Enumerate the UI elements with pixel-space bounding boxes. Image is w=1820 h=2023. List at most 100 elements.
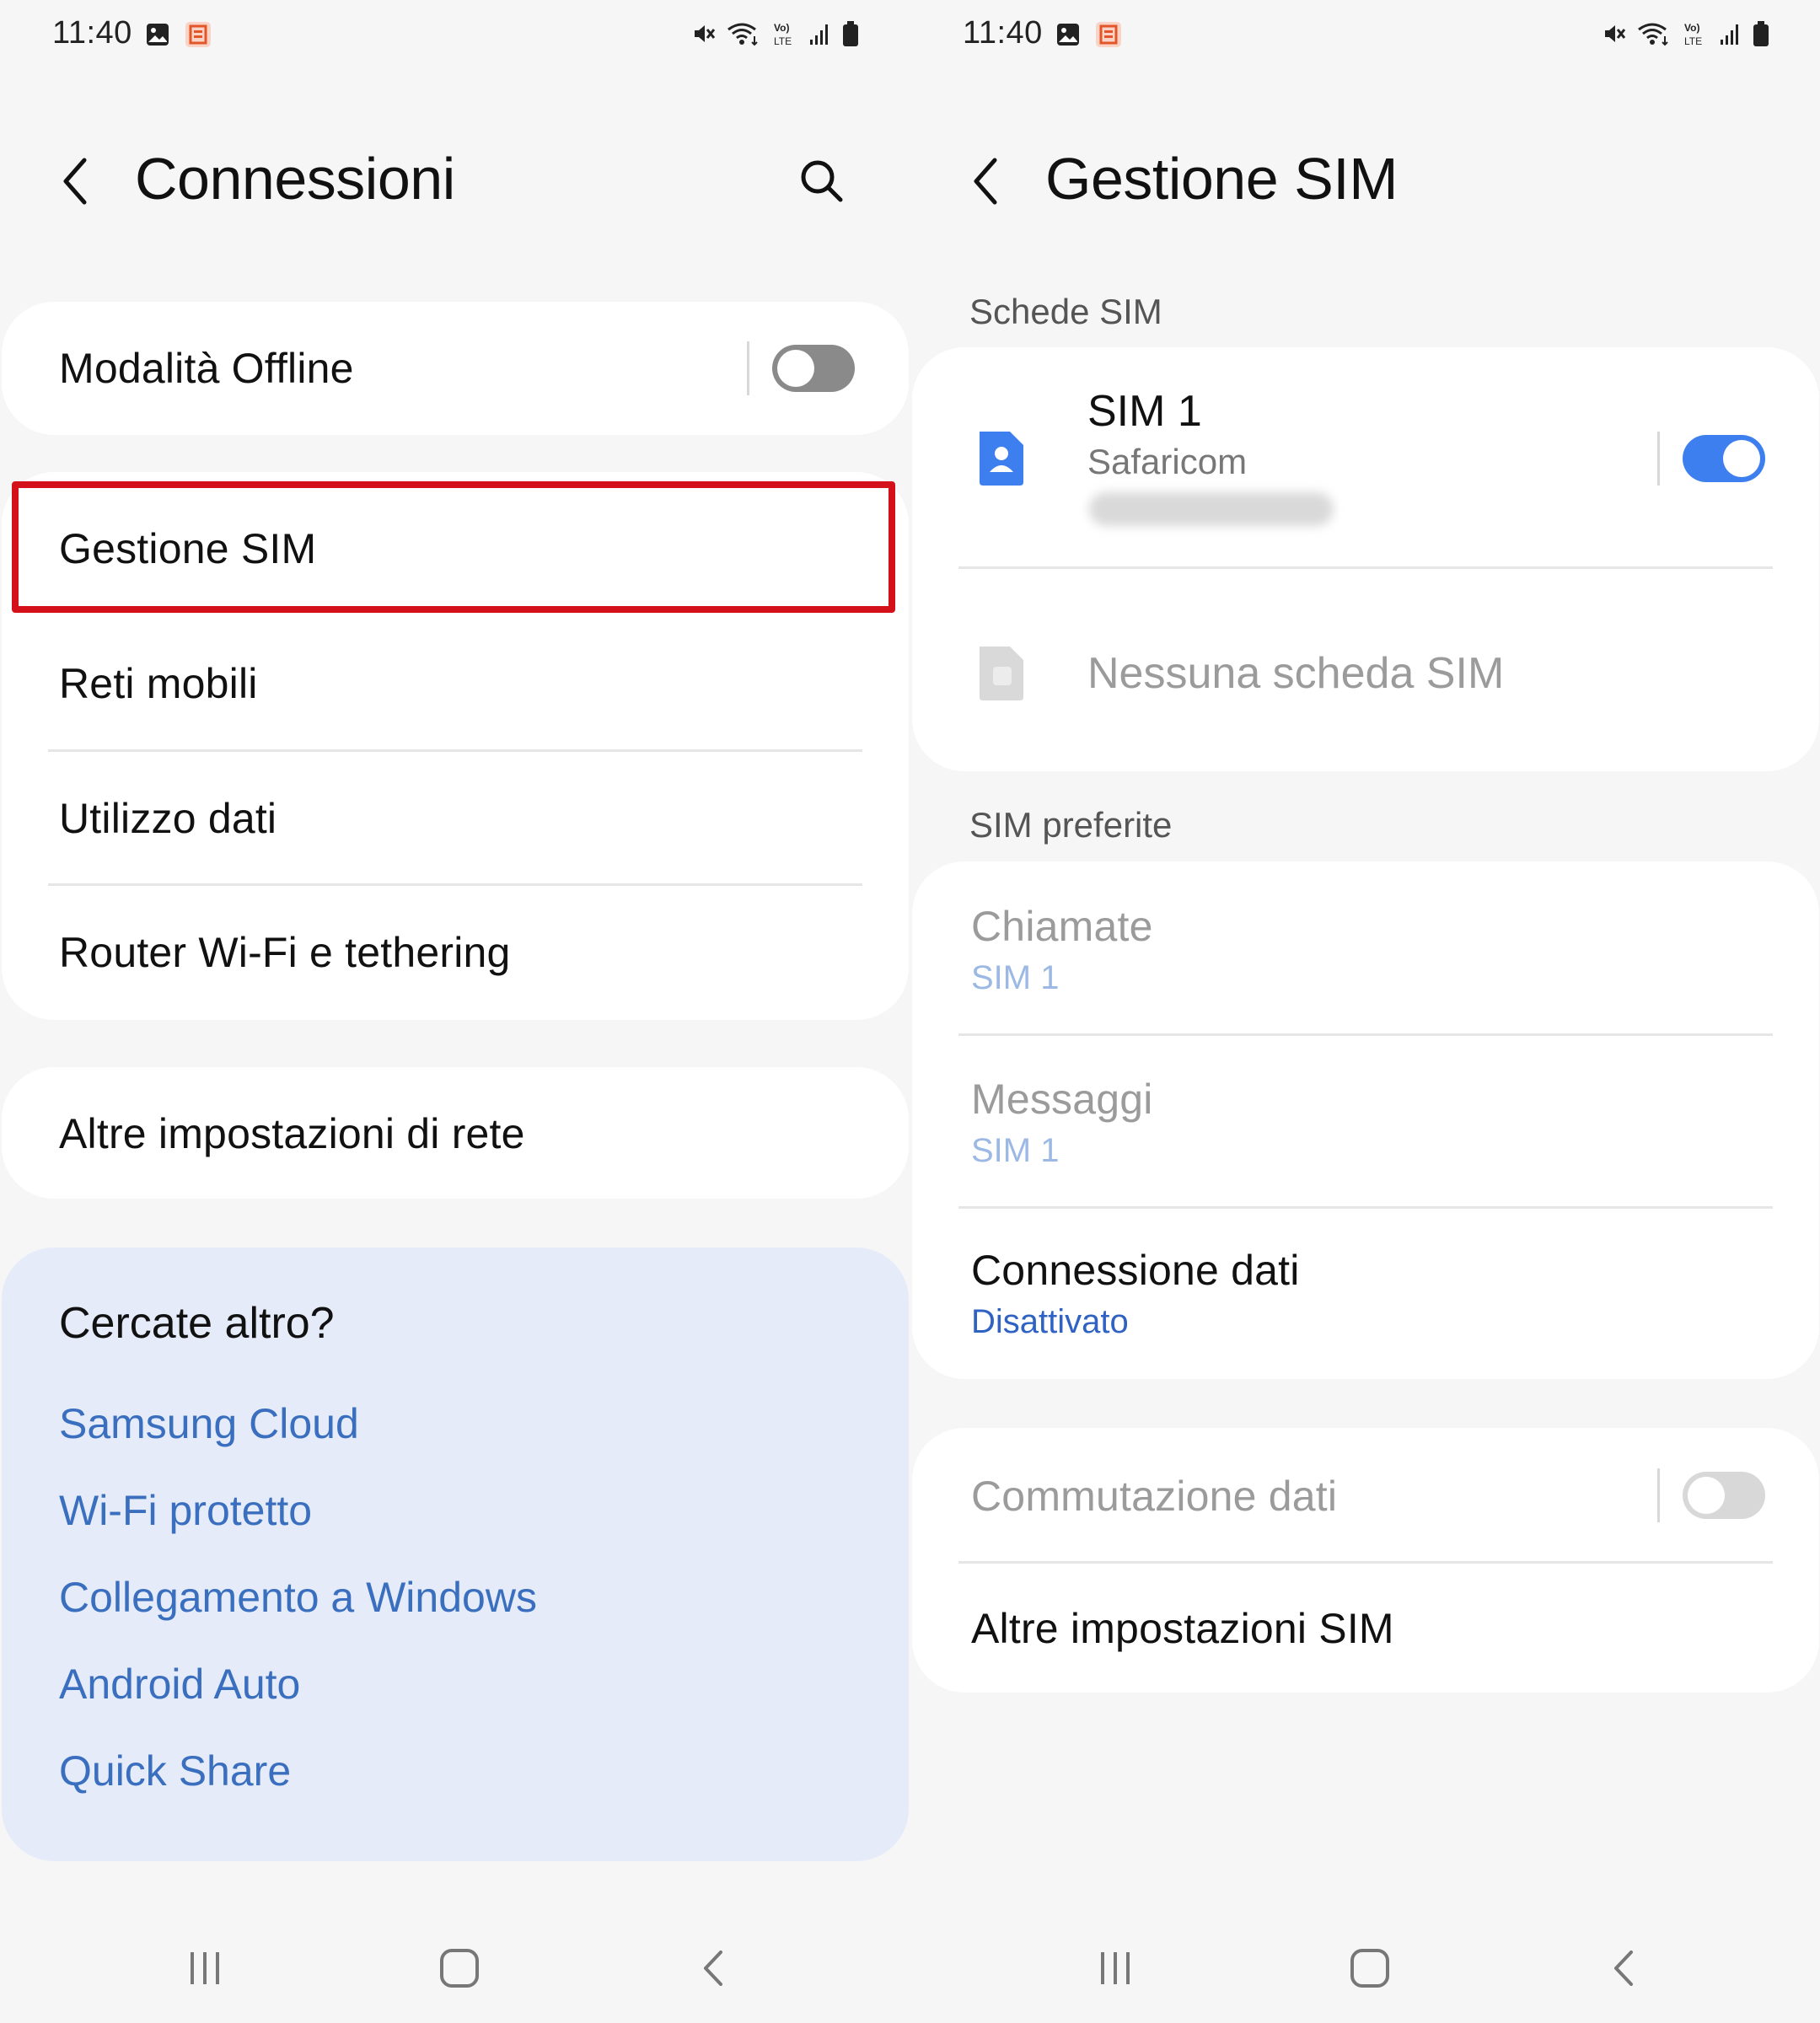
recents-icon [1101,1952,1130,1984]
sim1-toggle[interactable] [1683,435,1765,482]
status-time: 11:40 [52,15,132,51]
mobile-networks-label: Reti mobili [59,660,258,707]
svg-text:Vo): Vo) [1684,22,1699,34]
link-android-auto[interactable]: Android Auto [59,1660,300,1709]
recents-button[interactable] [171,1939,239,1998]
office-icon [1096,22,1121,47]
toggle-separator [747,341,749,395]
back-icon [704,1951,722,1986]
messages-item: Messaggi SIM 1 [912,1036,1819,1208]
sim1-carrier: Safaricom [1087,442,1248,481]
back-icon [1614,1951,1633,1986]
navigation-bar [910,1922,1820,2006]
data-usage-item[interactable]: Utilizzo dati [2,752,909,885]
status-bar: 11:40 Vo) LTE [0,0,910,67]
signal-icon [1721,24,1738,45]
status-icons: Vo) LTE [691,19,860,49]
connections-screen: 11:40 Vo) LTE Connessioni Modalità Offli… [0,0,910,2023]
mobile-data-item[interactable]: Connessione dati Disattivato [912,1209,1819,1379]
chevron-left-icon [974,158,997,205]
svg-text:LTE: LTE [774,35,792,47]
calls-value: SIM 1 [971,959,1060,996]
sim-manager-screen: 11:40 Vo) LTE Gestione SIM Schede SIM SI… [910,0,1820,2023]
sim-cards-header: Schede SIM [969,292,1162,331]
home-icon [1350,1949,1389,1988]
link-quick-share[interactable]: Quick Share [59,1747,291,1795]
airplane-mode-card[interactable]: Modalità Offline [2,302,909,435]
airplane-mode-label: Modalità Offline [59,345,354,392]
data-usage-label: Utilizzo dati [59,795,277,842]
calls-label: Chiamate [971,903,1153,950]
battery-icon [1753,21,1769,46]
search-suggestions-heading: Cercate altro? [59,1299,335,1348]
redacted-phone-number [1089,492,1334,526]
no-sim-item: Nessuna scheda SIM [912,569,1819,771]
recents-button[interactable] [1082,1939,1149,1998]
navigation-bar [0,1922,910,2006]
calls-item: Chiamate SIM 1 [912,861,1819,1034]
link-secure-wifi[interactable]: Wi-Fi protetto [59,1486,312,1535]
more-network-settings-card[interactable]: Altre impostazioni di rete [2,1067,909,1199]
app-bar: Gestione SIM [910,126,1820,236]
svg-text:LTE: LTE [1684,35,1702,47]
wifi-icon [727,23,758,46]
app-bar: Connessioni [0,126,910,236]
signal-icon [810,24,828,45]
page-title: Gestione SIM [1045,146,1399,212]
data-switch-card: Commutazione dati Altre impostazioni SIM [912,1428,1819,1693]
hotspot-tethering-label: Router Wi-Fi e tethering [59,929,511,976]
nav-back-button[interactable] [1592,1939,1659,1998]
gallery-icon [1057,24,1079,46]
back-button[interactable] [961,152,1012,211]
looking-for-something-else-card: Cercate altro? Samsung Cloud Wi-Fi prote… [2,1248,909,1861]
battery-icon [843,21,858,46]
home-icon [440,1949,479,1988]
more-sim-settings-item[interactable]: Altre impostazioni SIM [912,1564,1819,1693]
toggle-knob [1723,440,1760,477]
back-button[interactable] [51,152,101,211]
home-button[interactable] [1336,1939,1404,1998]
recents-icon [191,1952,219,1984]
mobile-networks-item[interactable]: Reti mobili [2,615,909,750]
link-link-to-windows[interactable]: Collegamento a Windows [59,1573,537,1622]
gallery-icon [147,24,169,46]
preferred-sim-card: Chiamate SIM 1 Messaggi SIM 1 Connession… [912,861,1819,1379]
search-button[interactable] [792,152,851,211]
sim1-item[interactable]: SIM 1 Safaricom [912,347,1819,568]
volte-icon: Vo) LTE [1684,22,1702,47]
mobile-data-label: Connessione dati [971,1247,1300,1294]
sim-cards-card: SIM 1 Safaricom Nessuna scheda SIM [912,347,1819,771]
status-icons: Vo) LTE [1602,19,1770,49]
sim-card-icon [980,432,1023,486]
data-switching-toggle[interactable] [1683,1472,1765,1519]
mute-icon [695,25,716,42]
status-time: 11:40 [963,15,1043,51]
status-bar: 11:40 Vo) LTE [910,0,1820,67]
toggle-knob [1688,1477,1725,1514]
more-network-settings-label: Altre impostazioni di rete [59,1110,525,1157]
chevron-left-icon [63,158,87,205]
toggle-separator [1657,1468,1660,1522]
more-sim-settings-label: Altre impostazioni SIM [971,1605,1394,1652]
page-title: Connessioni [135,146,455,212]
sim1-name: SIM 1 [1087,387,1202,436]
mobile-data-value: Disattivato [971,1303,1129,1340]
toggle-knob [777,350,814,387]
wifi-icon [1638,23,1668,46]
data-switching-item: Commutazione dati [912,1428,1819,1563]
airplane-mode-toggle[interactable] [772,345,855,392]
link-samsung-cloud[interactable]: Samsung Cloud [59,1399,359,1448]
volte-icon: Vo) LTE [774,22,792,47]
mute-icon [1605,25,1626,42]
toggle-separator [1657,432,1660,486]
messages-value: SIM 1 [971,1132,1060,1169]
empty-sim-icon [980,647,1023,700]
hotspot-tethering-item[interactable]: Router Wi-Fi e tethering [2,886,909,1020]
no-sim-label: Nessuna scheda SIM [1087,649,1505,698]
svg-text:Vo): Vo) [774,22,789,34]
home-button[interactable] [426,1939,493,1998]
preferred-sim-header: SIM preferite [969,805,1173,845]
messages-label: Messaggi [971,1076,1153,1123]
search-icon [801,160,843,202]
nav-back-button[interactable] [681,1939,749,1998]
